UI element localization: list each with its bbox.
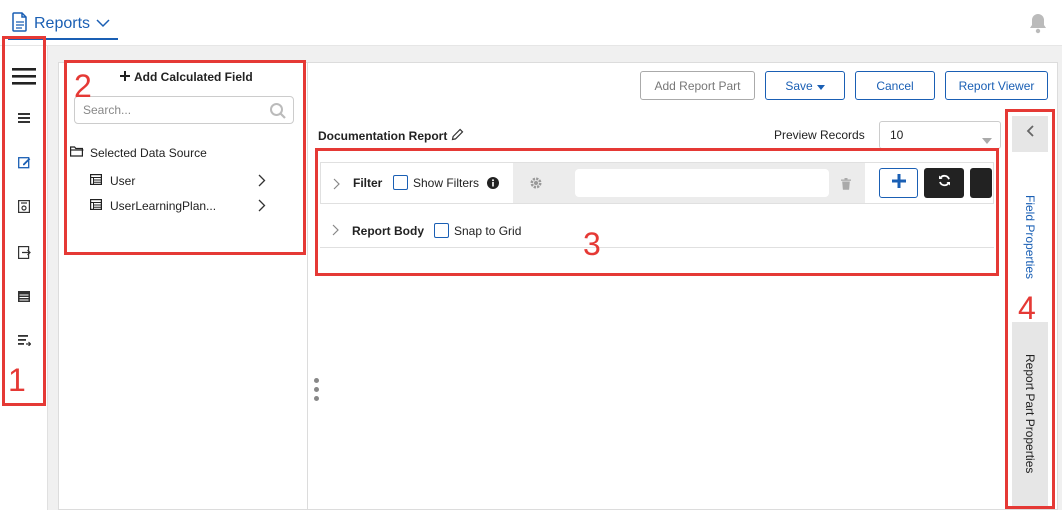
annotation-box-2 bbox=[64, 60, 306, 255]
report-title[interactable]: Documentation Report bbox=[318, 128, 464, 144]
panel-resize-handle[interactable] bbox=[314, 378, 319, 401]
annotation-number: 2 bbox=[74, 68, 92, 104]
annotation-number: 1 bbox=[8, 362, 26, 398]
bell-icon[interactable] bbox=[1028, 12, 1048, 39]
save-button[interactable]: Save bbox=[765, 71, 845, 100]
save-label: Save bbox=[785, 78, 813, 93]
document-icon bbox=[12, 11, 28, 37]
top-bar: Reports bbox=[0, 0, 1062, 46]
preview-records-select[interactable]: 10 bbox=[879, 121, 1001, 149]
caret-down-icon bbox=[816, 79, 825, 93]
preview-records-label: Preview Records bbox=[774, 128, 865, 142]
cancel-button[interactable]: Cancel bbox=[855, 71, 935, 100]
annotation-number: 4 bbox=[1018, 290, 1036, 326]
chevron-down-icon bbox=[96, 15, 110, 33]
report-viewer-button[interactable]: Report Viewer bbox=[945, 71, 1048, 100]
caret-down-icon bbox=[982, 133, 992, 147]
reports-title: Reports bbox=[34, 15, 91, 32]
annotation-box-3 bbox=[315, 148, 999, 276]
pencil-icon[interactable] bbox=[451, 128, 464, 144]
add-report-part-button[interactable]: Add Report Part bbox=[640, 71, 755, 100]
annotation-box-1 bbox=[2, 36, 46, 406]
preview-records-value: 10 bbox=[890, 128, 904, 142]
annotation-number: 3 bbox=[583, 226, 601, 262]
report-title-label: Documentation Report bbox=[318, 129, 448, 143]
